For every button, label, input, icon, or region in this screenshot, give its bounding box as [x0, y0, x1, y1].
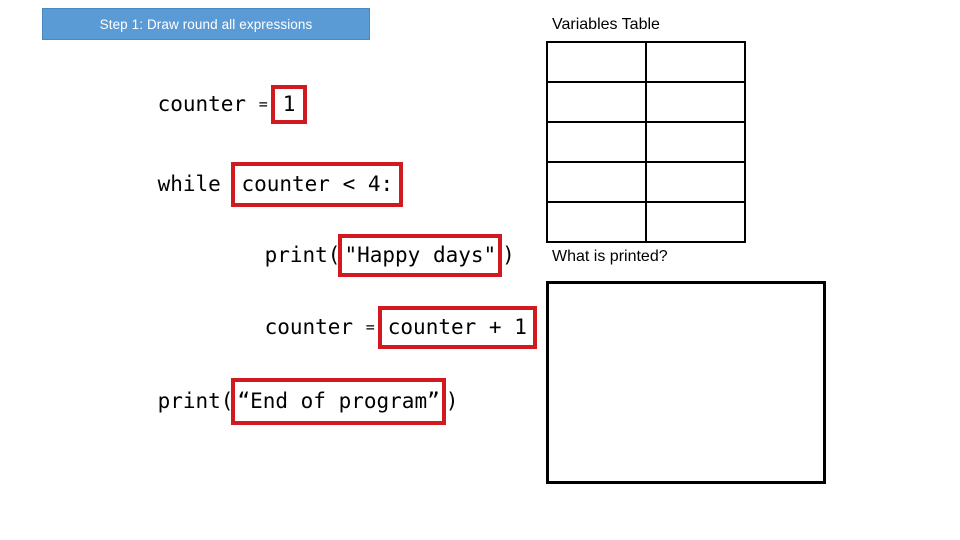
table-row — [546, 41, 746, 83]
highlight-box-happy-days-string: "Happy days" — [338, 234, 503, 277]
table-row — [546, 161, 746, 203]
table-cell-value[interactable] — [645, 161, 746, 203]
table-cell-value[interactable] — [645, 121, 746, 163]
table-cell-variable[interactable] — [546, 41, 647, 83]
code-text-before: while — [157, 172, 234, 196]
table-cell-value[interactable] — [645, 201, 746, 243]
output-section-title: What is printed? — [552, 248, 668, 265]
table-cell-value[interactable] — [645, 41, 746, 83]
table-cell-variable[interactable] — [546, 161, 647, 203]
code-text-before: counter — [264, 315, 366, 339]
code-line-assign-counter: counter = 1 — [107, 64, 308, 145]
table-row — [546, 201, 746, 243]
output-answer-box[interactable] — [546, 281, 826, 484]
table-row — [546, 81, 746, 123]
step-banner-label: Step 1: Draw round all expressions — [99, 16, 313, 32]
highlight-box-increment-expression: counter + 1 — [377, 306, 537, 349]
code-text-after: ) — [445, 389, 459, 413]
step-banner: Step 1: Draw round all expressions — [42, 8, 370, 40]
code-operator: = — [258, 95, 268, 113]
table-cell-variable[interactable] — [546, 201, 647, 243]
highlight-box-assign-value: 1 — [270, 85, 308, 124]
variables-table — [546, 41, 746, 243]
code-line-print-end-of-program: print(“End of program”) — [107, 357, 458, 446]
code-text-before: counter — [157, 92, 259, 116]
code-text-before: print( — [264, 243, 341, 267]
code-text-after: ) — [502, 243, 515, 267]
table-cell-value[interactable] — [645, 81, 746, 123]
highlight-box-end-of-program-string: “End of program” — [231, 378, 446, 425]
slide-canvas: Step 1: Draw round all expressions count… — [0, 0, 960, 540]
variables-table-title: Variables Table — [552, 16, 660, 33]
code-text-before: print( — [157, 389, 234, 413]
table-row — [546, 121, 746, 163]
table-cell-variable[interactable] — [546, 121, 647, 163]
code-operator: = — [365, 318, 375, 336]
table-cell-variable[interactable] — [546, 81, 647, 123]
highlight-box-while-condition: counter < 4: — [231, 162, 404, 207]
